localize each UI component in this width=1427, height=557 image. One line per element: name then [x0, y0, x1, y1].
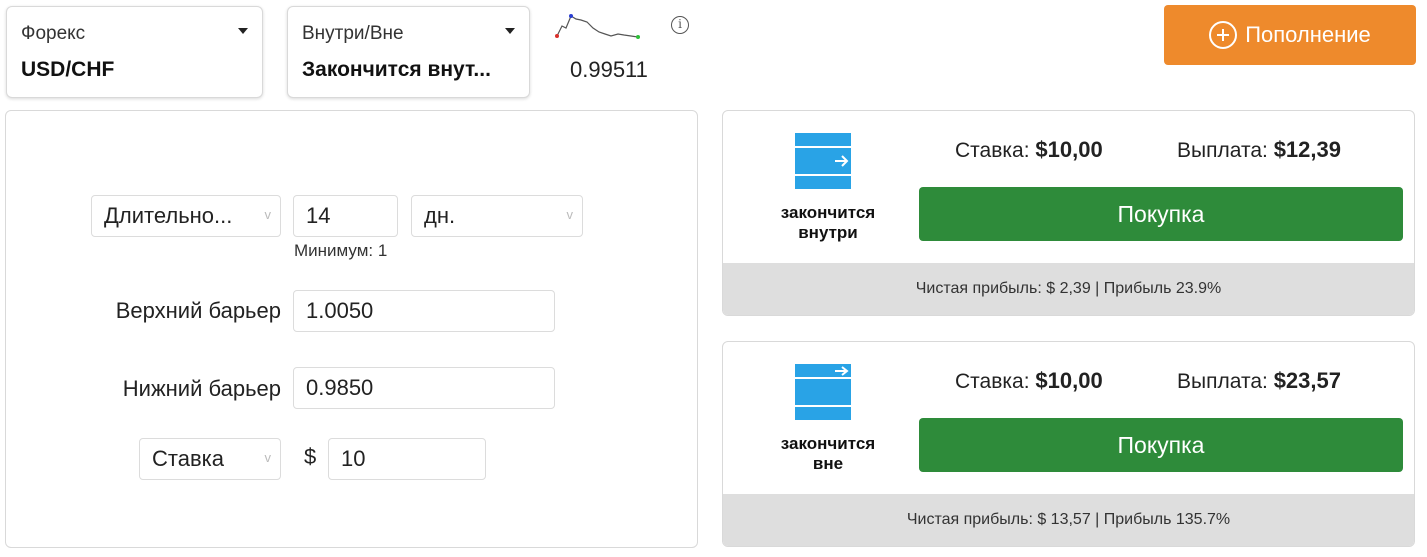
stake-summary: Ставка: $10,00: [955, 368, 1103, 394]
duration-input[interactable]: 14: [293, 195, 398, 237]
sparkline-line: [556, 15, 639, 38]
asset-category-label: Форекс: [21, 23, 86, 44]
duration-type-value: Длительно...: [104, 203, 233, 228]
payout-summary: Выплата: $23,57: [1177, 368, 1341, 394]
profit-summary: Чистая прибыль: $ 2,39 | Прибыль 23.9%: [723, 263, 1414, 315]
stake-input[interactable]: 10: [328, 438, 486, 480]
payout-summary-value: $23,57: [1273, 368, 1341, 393]
duration-unit-select[interactable]: дн. v: [411, 195, 583, 237]
duration-type-select[interactable]: Длительно... v: [91, 195, 281, 237]
lower-barrier-input[interactable]: 0.9850: [293, 367, 555, 409]
duration-minimum-hint: Минимум: 1: [294, 241, 388, 260]
contract-title-line2: внутри: [798, 223, 858, 242]
chevron-down-icon: [238, 28, 248, 34]
sparkline-end-dot: [636, 35, 640, 39]
stake-input-value: 10: [341, 446, 366, 471]
deposit-button-label: Пополнение: [1245, 22, 1371, 47]
lower-barrier-value: 0.9850: [306, 375, 374, 400]
asset-symbol: USD/CHF: [21, 58, 115, 81]
stake-summary: Ставка: $10,00: [955, 137, 1103, 163]
payout-summary-label: Выплата:: [1177, 370, 1268, 393]
stake-type-select[interactable]: Ставка v: [139, 438, 281, 480]
lower-barrier-label: Нижний барьер: [122, 376, 281, 401]
currency-sign: $: [304, 444, 317, 469]
plus-circle-icon: [1209, 21, 1238, 49]
chevron-down-icon: v: [264, 450, 272, 465]
spot-price: 0.99511: [570, 57, 648, 82]
payout-summary-value: $12,39: [1273, 137, 1341, 162]
chevron-down-icon: v: [566, 207, 574, 222]
contract-title-line1: закончится: [780, 434, 876, 453]
chevron-down-icon: v: [264, 207, 272, 222]
duration-input-value: 14: [306, 203, 331, 228]
contract-title-line2: вне: [812, 454, 844, 473]
sparkline-start-dot: [555, 34, 559, 38]
buy-button[interactable]: Покупка: [919, 418, 1403, 472]
stake-summary-label: Ставка:: [955, 139, 1030, 162]
payout-summary-label: Выплата:: [1177, 139, 1268, 162]
upper-barrier-input[interactable]: 1.0050: [293, 290, 555, 332]
payout-summary: Выплата: $12,39: [1177, 137, 1341, 163]
contract-card-ends-outside: закончится вне Ставка: $10,00 Выплата: $…: [722, 341, 1415, 547]
sparkline-high-dot: [569, 14, 573, 18]
contract-type-category-label: Внутри/Вне: [302, 23, 404, 44]
ends-outside-icon: [795, 364, 851, 420]
asset-dropdown[interactable]: Форекс USD/CHF: [6, 6, 263, 98]
contract-card-ends-inside: закончится внутри Ставка: $10,00 Выплата…: [722, 110, 1415, 316]
upper-barrier-label: Верхний барьер: [115, 298, 281, 323]
buy-button[interactable]: Покупка: [919, 187, 1403, 241]
contract-title: закончится внутри: [751, 203, 905, 243]
stake-type-value: Ставка: [152, 446, 224, 471]
contract-title-line1: закончится: [780, 203, 876, 222]
ends-inside-icon: [795, 133, 851, 189]
trade-parameters-panel: Длительно... v 14 дн. v Минимум: 1 Верхн…: [5, 110, 698, 548]
stake-summary-label: Ставка:: [955, 370, 1030, 393]
chevron-down-icon: [505, 28, 515, 34]
deposit-button[interactable]: Пополнение: [1164, 5, 1416, 65]
upper-barrier-value: 1.0050: [306, 298, 374, 323]
stake-summary-value: $10,00: [1035, 368, 1103, 393]
profit-summary: Чистая прибыль: $ 13,57 | Прибыль 135.7%: [723, 494, 1414, 546]
duration-unit-value: дн.: [424, 203, 456, 228]
contract-type-dropdown[interactable]: Внутри/Вне Закончится внут...: [287, 6, 530, 98]
stake-summary-value: $10,00: [1035, 137, 1103, 162]
info-icon[interactable]: i: [671, 16, 689, 34]
price-sparkline: [555, 14, 640, 39]
contract-title: закончится вне: [751, 434, 905, 474]
contract-type-value: Закончится внут...: [302, 58, 491, 81]
